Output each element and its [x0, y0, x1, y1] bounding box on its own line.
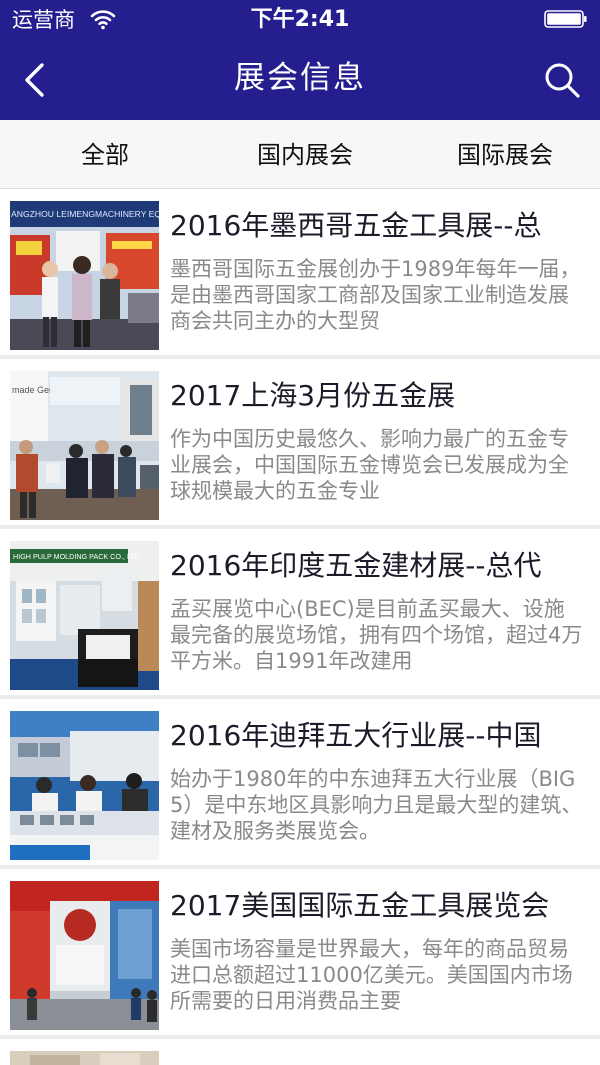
- exhibition-description: 孟买展览中心(BEC)是目前孟买最大、设施最完备的展览场馆，拥有四个场馆，超过4…: [170, 597, 583, 673]
- exhibition-thumbnail: made Germany: [10, 371, 159, 520]
- battery-icon: [544, 10, 587, 28]
- status-bar: 运营商 下午2:41: [0, 0, 600, 40]
- list-item[interactable]: 2016年迪拜五大行业展--中国 始办于1980年的中东迪拜五大行业展（BIG5…: [0, 699, 600, 865]
- exhibition-title: 2017上海3月份五金展: [170, 379, 456, 412]
- exhibition-thumbnail: [10, 711, 159, 860]
- list-item[interactable]: ANGZHOU LEIMENGMACHINERY EQUIPMEN: [0, 189, 600, 355]
- exhibition-title: 2016年印度五金建材展--总代: [170, 549, 542, 582]
- exhibition-description: 美国市场容量是世界最大，每年的商品贸易进口总额超过11000亿美元。美国国内市场…: [170, 937, 573, 1013]
- exhibition-thumbnail: [10, 1051, 159, 1065]
- exhibition-thumbnail: HIGH PULP MOLDING PACK CO., LTD.: [10, 541, 159, 690]
- header: 运营商 下午2:41 展会信息: [0, 0, 600, 120]
- exhibition-thumbnail: [10, 881, 159, 1030]
- search-icon[interactable]: [542, 60, 582, 100]
- tab-domestic[interactable]: 国内展会: [205, 120, 405, 188]
- list-item[interactable]: [0, 1039, 600, 1065]
- list-item[interactable]: made Germany 2017上海3月份五金展 作为中国历史最悠久、影响力最…: [0, 359, 600, 525]
- exhibition-description: 作为中国历史最悠久、影响力最广的五金专业展会，中国国际五金博览会已发展成为全球规…: [170, 427, 569, 503]
- exhibition-title: 2016年墨西哥五金工具展--总: [170, 209, 542, 242]
- tab-all[interactable]: 全部: [5, 120, 205, 188]
- page-title: 展会信息: [234, 60, 366, 96]
- exhibition-thumbnail: ANGZHOU LEIMENGMACHINERY EQUIPMEN: [10, 201, 159, 350]
- status-time: 下午2:41: [250, 7, 350, 32]
- list-item[interactable]: 2017美国国际五金工具展览会 美国市场容量是世界最大，每年的商品贸易进口总额超…: [0, 869, 600, 1035]
- app-screen: 运营商 下午2:41 展会信息 全部 国内展会 国际展会 ANGZHOU LEI…: [0, 0, 600, 1065]
- nav-bar: 展会信息: [0, 40, 600, 120]
- exhibition-description: 始办于1980年的中东迪拜五大行业展（BIG5）是中东地区具影响力且是最大型的建…: [170, 767, 583, 843]
- list-item[interactable]: HIGH PULP MOLDING PACK CO., LTD. 2016年印度…: [0, 529, 600, 695]
- exhibition-title: 2017美国国际五金工具展览会: [170, 889, 550, 922]
- booth-sign-text: HIGH PULP MOLDING PACK CO., LTD.: [13, 552, 142, 561]
- exhibition-description: 墨西哥国际五金展创办于1989年每年一届，是由墨西哥国家工商部及国家工业制造发展…: [170, 257, 581, 333]
- exhibition-title: 2016年迪拜五大行业展--中国: [170, 719, 542, 752]
- tab-international[interactable]: 国际展会: [405, 120, 600, 188]
- category-tabs: 全部 国内展会 国际展会: [0, 120, 600, 189]
- booth-sign-text: ANGZHOU LEIMENGMACHINERY EQUIPMEN: [11, 209, 159, 219]
